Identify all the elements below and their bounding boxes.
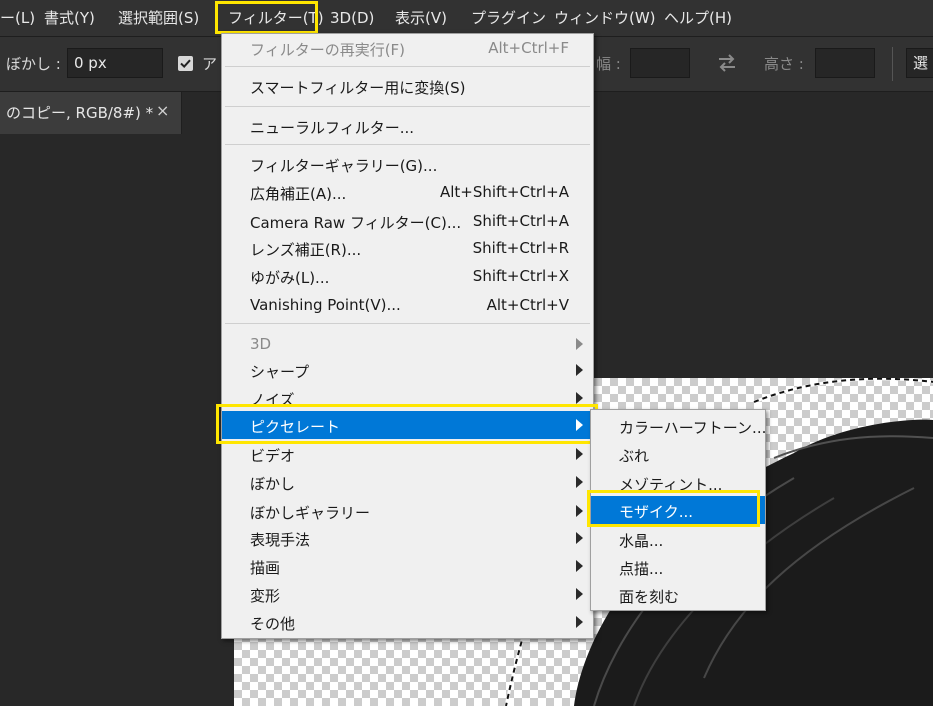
width-label: 幅 :	[596, 55, 621, 73]
menu-item-camera-raw[interactable]: Camera Raw フィルター(C)... Shift+Ctrl+A	[222, 207, 593, 235]
submenu-item-color-halftone[interactable]: カラーハーフトーン...	[591, 412, 766, 440]
feather-label: ぼかし :	[6, 55, 61, 73]
submenu-arrow-icon	[576, 616, 583, 628]
document-tab[interactable]: のコピー, RGB/8#) * ×	[0, 92, 182, 134]
submenu-arrow-icon	[576, 588, 583, 600]
menu-divider	[225, 106, 590, 107]
submenu-item-fragment[interactable]: ぶれ	[591, 440, 765, 468]
pixelate-submenu: カラーハーフトーン... ぶれ メゾティント... モザイク... 水晶... …	[590, 409, 766, 611]
menu-item-convert-smart-filters[interactable]: スマートフィルター用に変換(S)	[222, 72, 593, 100]
menu-item-neural-filters[interactable]: ニューラルフィルター...	[222, 112, 593, 140]
menu-window[interactable]: ウィンドウ(W)	[554, 0, 656, 36]
menu-item-render[interactable]: 描画	[222, 552, 593, 580]
submenu-arrow-icon	[576, 364, 583, 376]
menu-item-vanishing-point[interactable]: Vanishing Point(V)... Alt+Ctrl+V	[222, 291, 593, 319]
feather-input[interactable]: 0 px	[67, 48, 163, 78]
menu-3d[interactable]: 3D(D)	[330, 0, 374, 36]
submenu-item-crystallize[interactable]: 水晶...	[591, 525, 765, 553]
menu-bar: ー(L) 書式(Y) 選択範囲(S) フィルター(T) 3D(D) 表示(V) …	[0, 0, 933, 37]
submenu-arrow-icon	[576, 505, 583, 517]
filter-menu-annotation-box	[215, 1, 318, 34]
submenu-item-pointillize[interactable]: 点描...	[591, 553, 765, 581]
filter-menu-dropdown: フィルターの再実行(F) Alt+Ctrl+F スマートフィルター用に変換(S)…	[221, 33, 594, 639]
menu-layer[interactable]: ー(L)	[0, 0, 35, 36]
submenu-item-mosaic[interactable]: モザイク...	[591, 496, 765, 524]
submenu-arrow-icon	[576, 338, 583, 350]
submenu-item-mezzotint[interactable]: メゾティント...	[591, 469, 765, 497]
menu-help[interactable]: ヘルプ(H)	[664, 0, 732, 36]
height-input[interactable]	[815, 48, 875, 78]
submenu-arrow-icon	[576, 392, 583, 404]
menu-item-pixelate[interactable]: ピクセレート	[222, 411, 593, 439]
checkmark-icon	[180, 59, 191, 69]
menu-item-adaptive-wide-angle[interactable]: 広角補正(A)... Alt+Shift+Ctrl+A	[222, 178, 593, 206]
submenu-arrow-icon	[576, 560, 583, 572]
submenu-arrow-icon	[576, 419, 583, 431]
menu-item-stylize[interactable]: 表現手法	[222, 524, 593, 552]
menu-type[interactable]: 書式(Y)	[44, 0, 95, 36]
submenu-item-facet[interactable]: 面を刻む	[591, 581, 765, 609]
swap-arrows-icon[interactable]	[716, 52, 738, 78]
menu-item-other[interactable]: その他	[222, 608, 593, 636]
menu-divider	[225, 144, 590, 145]
menu-item-sharpen[interactable]: シャープ	[222, 356, 593, 384]
divider	[892, 47, 893, 81]
menu-divider	[225, 66, 590, 67]
menu-view[interactable]: 表示(V)	[395, 0, 447, 36]
menu-item-blur-gallery[interactable]: ぼかしギャラリー	[222, 497, 593, 525]
width-input[interactable]	[630, 48, 690, 78]
menu-item-3d[interactable]: 3D	[222, 330, 593, 358]
menu-item-noise[interactable]: ノイズ	[222, 384, 593, 412]
menu-item-liquify[interactable]: ゆがみ(L)... Shift+Ctrl+X	[222, 262, 593, 290]
menu-item-distort[interactable]: 変形	[222, 580, 593, 608]
menu-divider	[225, 323, 590, 324]
menu-select[interactable]: 選択範囲(S)	[118, 0, 199, 36]
submenu-arrow-icon	[576, 532, 583, 544]
menu-item-repeat-filter[interactable]: フィルターの再実行(F) Alt+Ctrl+F	[222, 34, 593, 62]
menu-item-filter-gallery[interactable]: フィルターギャラリー(G)...	[222, 150, 593, 178]
close-icon[interactable]: ×	[156, 101, 169, 120]
menu-item-video[interactable]: ビデオ	[222, 440, 593, 468]
menu-item-blur[interactable]: ぼかし	[222, 468, 593, 496]
submenu-arrow-icon	[576, 476, 583, 488]
antialias-label: ア	[202, 55, 218, 73]
document-tab-title: のコピー, RGB/8#) *	[6, 104, 154, 122]
select-and-mask-button[interactable]: 選	[906, 48, 933, 78]
antialias-checkbox[interactable]	[178, 56, 193, 71]
submenu-arrow-icon	[576, 448, 583, 460]
height-label: 高さ :	[764, 55, 804, 73]
menu-plugins[interactable]: プラグイン	[471, 0, 546, 36]
menu-item-lens-correction[interactable]: レンズ補正(R)... Shift+Ctrl+R	[222, 234, 593, 262]
